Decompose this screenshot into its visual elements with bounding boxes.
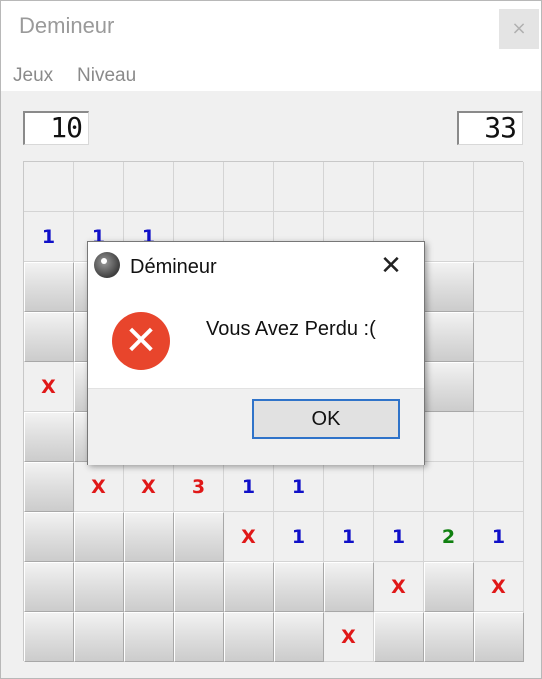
- covered-cell[interactable]: [74, 612, 124, 662]
- menu-bar: Jeux Niveau: [1, 57, 541, 91]
- revealed-cell[interactable]: [474, 412, 524, 462]
- revealed-cell[interactable]: [474, 162, 524, 212]
- number-cell[interactable]: 1: [324, 512, 374, 562]
- number-cell[interactable]: 1: [274, 462, 324, 512]
- covered-cell[interactable]: [174, 612, 224, 662]
- game-over-dialog: Démineur ✕ ✕ Vous Avez Perdu :( OK: [87, 241, 425, 465]
- mine-cell[interactable]: X: [474, 562, 524, 612]
- covered-cell[interactable]: [424, 562, 474, 612]
- covered-cell[interactable]: [224, 612, 274, 662]
- covered-cell[interactable]: [124, 512, 174, 562]
- number-cell[interactable]: 1: [274, 512, 324, 562]
- mine-cell[interactable]: X: [124, 462, 174, 512]
- dialog-title: Démineur: [130, 256, 217, 278]
- error-icon: ✕: [112, 312, 170, 370]
- revealed-cell[interactable]: [424, 162, 474, 212]
- menu-niveau[interactable]: Niveau: [77, 65, 136, 87]
- title-bar: Demineur ×: [1, 1, 541, 57]
- revealed-cell[interactable]: [74, 162, 124, 212]
- mine-cell[interactable]: X: [24, 362, 74, 412]
- mine-cell[interactable]: X: [324, 612, 374, 662]
- covered-cell[interactable]: [174, 512, 224, 562]
- timer-display: 33: [457, 111, 523, 145]
- covered-cell[interactable]: [24, 562, 74, 612]
- covered-cell[interactable]: [424, 312, 474, 362]
- number-cell[interactable]: 1: [224, 462, 274, 512]
- covered-cell[interactable]: [174, 562, 224, 612]
- number-cell[interactable]: 1: [24, 212, 74, 262]
- revealed-cell[interactable]: [374, 462, 424, 512]
- revealed-cell[interactable]: [324, 162, 374, 212]
- number-cell[interactable]: 1: [474, 512, 524, 562]
- covered-cell[interactable]: [324, 562, 374, 612]
- dialog-close-button[interactable]: ✕: [373, 250, 409, 282]
- window-close-button[interactable]: ×: [499, 9, 539, 49]
- covered-cell[interactable]: [24, 612, 74, 662]
- covered-cell[interactable]: [124, 562, 174, 612]
- covered-cell[interactable]: [124, 612, 174, 662]
- covered-cell[interactable]: [424, 612, 474, 662]
- revealed-cell[interactable]: [424, 462, 474, 512]
- minesweeper-app-icon: [94, 252, 120, 278]
- covered-cell[interactable]: [374, 612, 424, 662]
- revealed-cell[interactable]: [474, 262, 524, 312]
- revealed-cell[interactable]: [374, 162, 424, 212]
- covered-cell[interactable]: [24, 512, 74, 562]
- covered-cell[interactable]: [24, 462, 74, 512]
- menu-jeux[interactable]: Jeux: [13, 65, 53, 87]
- main-window: Demineur × Jeux Niveau 10 33 111XXX311X1…: [0, 0, 542, 679]
- covered-cell[interactable]: [274, 612, 324, 662]
- mine-cell[interactable]: X: [374, 562, 424, 612]
- window-title: Demineur: [19, 13, 115, 38]
- number-cell[interactable]: 3: [174, 462, 224, 512]
- covered-cell[interactable]: [24, 312, 74, 362]
- covered-cell[interactable]: [24, 412, 74, 462]
- revealed-cell[interactable]: [24, 162, 74, 212]
- covered-cell[interactable]: [424, 362, 474, 412]
- covered-cell[interactable]: [474, 612, 524, 662]
- covered-cell[interactable]: [274, 562, 324, 612]
- covered-cell[interactable]: [224, 562, 274, 612]
- dialog-footer: OK: [88, 388, 424, 465]
- revealed-cell[interactable]: [174, 162, 224, 212]
- covered-cell[interactable]: [74, 512, 124, 562]
- mine-counter: 10: [23, 111, 89, 145]
- revealed-cell[interactable]: [474, 312, 524, 362]
- revealed-cell[interactable]: [274, 162, 324, 212]
- revealed-cell[interactable]: [474, 362, 524, 412]
- covered-cell[interactable]: [424, 262, 474, 312]
- revealed-cell[interactable]: [474, 462, 524, 512]
- revealed-cell[interactable]: [474, 212, 524, 262]
- dialog-message: Vous Avez Perdu :(: [206, 318, 376, 340]
- number-cell[interactable]: 1: [374, 512, 424, 562]
- revealed-cell[interactable]: [224, 162, 274, 212]
- covered-cell[interactable]: [74, 562, 124, 612]
- revealed-cell[interactable]: [424, 212, 474, 262]
- number-cell[interactable]: 2: [424, 512, 474, 562]
- revealed-cell[interactable]: [424, 412, 474, 462]
- revealed-cell[interactable]: [324, 462, 374, 512]
- mine-cell[interactable]: X: [224, 512, 274, 562]
- revealed-cell[interactable]: [124, 162, 174, 212]
- mine-cell[interactable]: X: [74, 462, 124, 512]
- covered-cell[interactable]: [24, 262, 74, 312]
- ok-button[interactable]: OK: [252, 399, 400, 439]
